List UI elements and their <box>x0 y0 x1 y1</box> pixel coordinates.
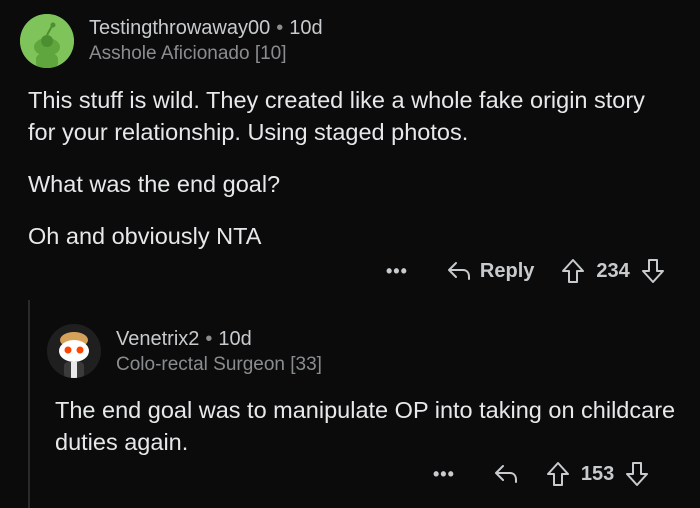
reply-label: Reply <box>479 259 535 282</box>
username-text[interactable]: Testingthrowaway00 <box>89 17 270 39</box>
username[interactable]: Venetrix2 • 10d <box>116 328 252 351</box>
score: 153 <box>580 462 615 485</box>
reply-icon <box>447 262 470 280</box>
snoo-avatar-icon <box>47 324 101 378</box>
username-text[interactable]: Venetrix2 <box>116 328 199 350</box>
user-flair: Asshole Aficionado [10] <box>89 43 287 64</box>
user-flair: Colo-rectal Surgeon [33] <box>116 354 322 375</box>
separator-dot: • <box>205 328 213 350</box>
vote-controls: 153 <box>545 461 650 487</box>
upvote-icon[interactable] <box>560 258 586 284</box>
comment-actions: ••• Reply 234 <box>386 258 666 284</box>
reply-button[interactable] <box>493 463 519 485</box>
reply-icon <box>494 465 517 483</box>
paragraph: This stuff is wild. They created like a … <box>28 87 645 145</box>
paragraph: Oh and obviously NTA <box>28 223 262 249</box>
thread-line[interactable] <box>28 300 30 508</box>
more-icon[interactable]: ••• <box>433 464 455 485</box>
upvote-icon[interactable] <box>545 461 571 487</box>
comment-body: This stuff is wild. They created like a … <box>28 84 678 272</box>
downvote-icon[interactable] <box>640 258 666 284</box>
comment-actions: ••• 153 <box>433 461 650 487</box>
avatar[interactable] <box>47 324 101 378</box>
paragraph: What was the end goal? <box>28 171 281 197</box>
downvote-icon[interactable] <box>624 461 650 487</box>
avatar[interactable] <box>20 14 74 68</box>
separator-dot: • <box>276 17 284 39</box>
vote-controls: 234 <box>560 258 665 284</box>
comment-age: 10d <box>218 328 252 350</box>
snoo-avatar-icon <box>20 14 74 68</box>
reply-button[interactable]: Reply <box>446 260 534 283</box>
comment-body: The end goal was to manipulate OP into t… <box>55 397 676 455</box>
score: 234 <box>596 259 630 282</box>
more-icon[interactable]: ••• <box>386 261 408 282</box>
comment-age: 10d <box>289 17 323 39</box>
username[interactable]: Testingthrowaway00 • 10d <box>89 17 323 40</box>
